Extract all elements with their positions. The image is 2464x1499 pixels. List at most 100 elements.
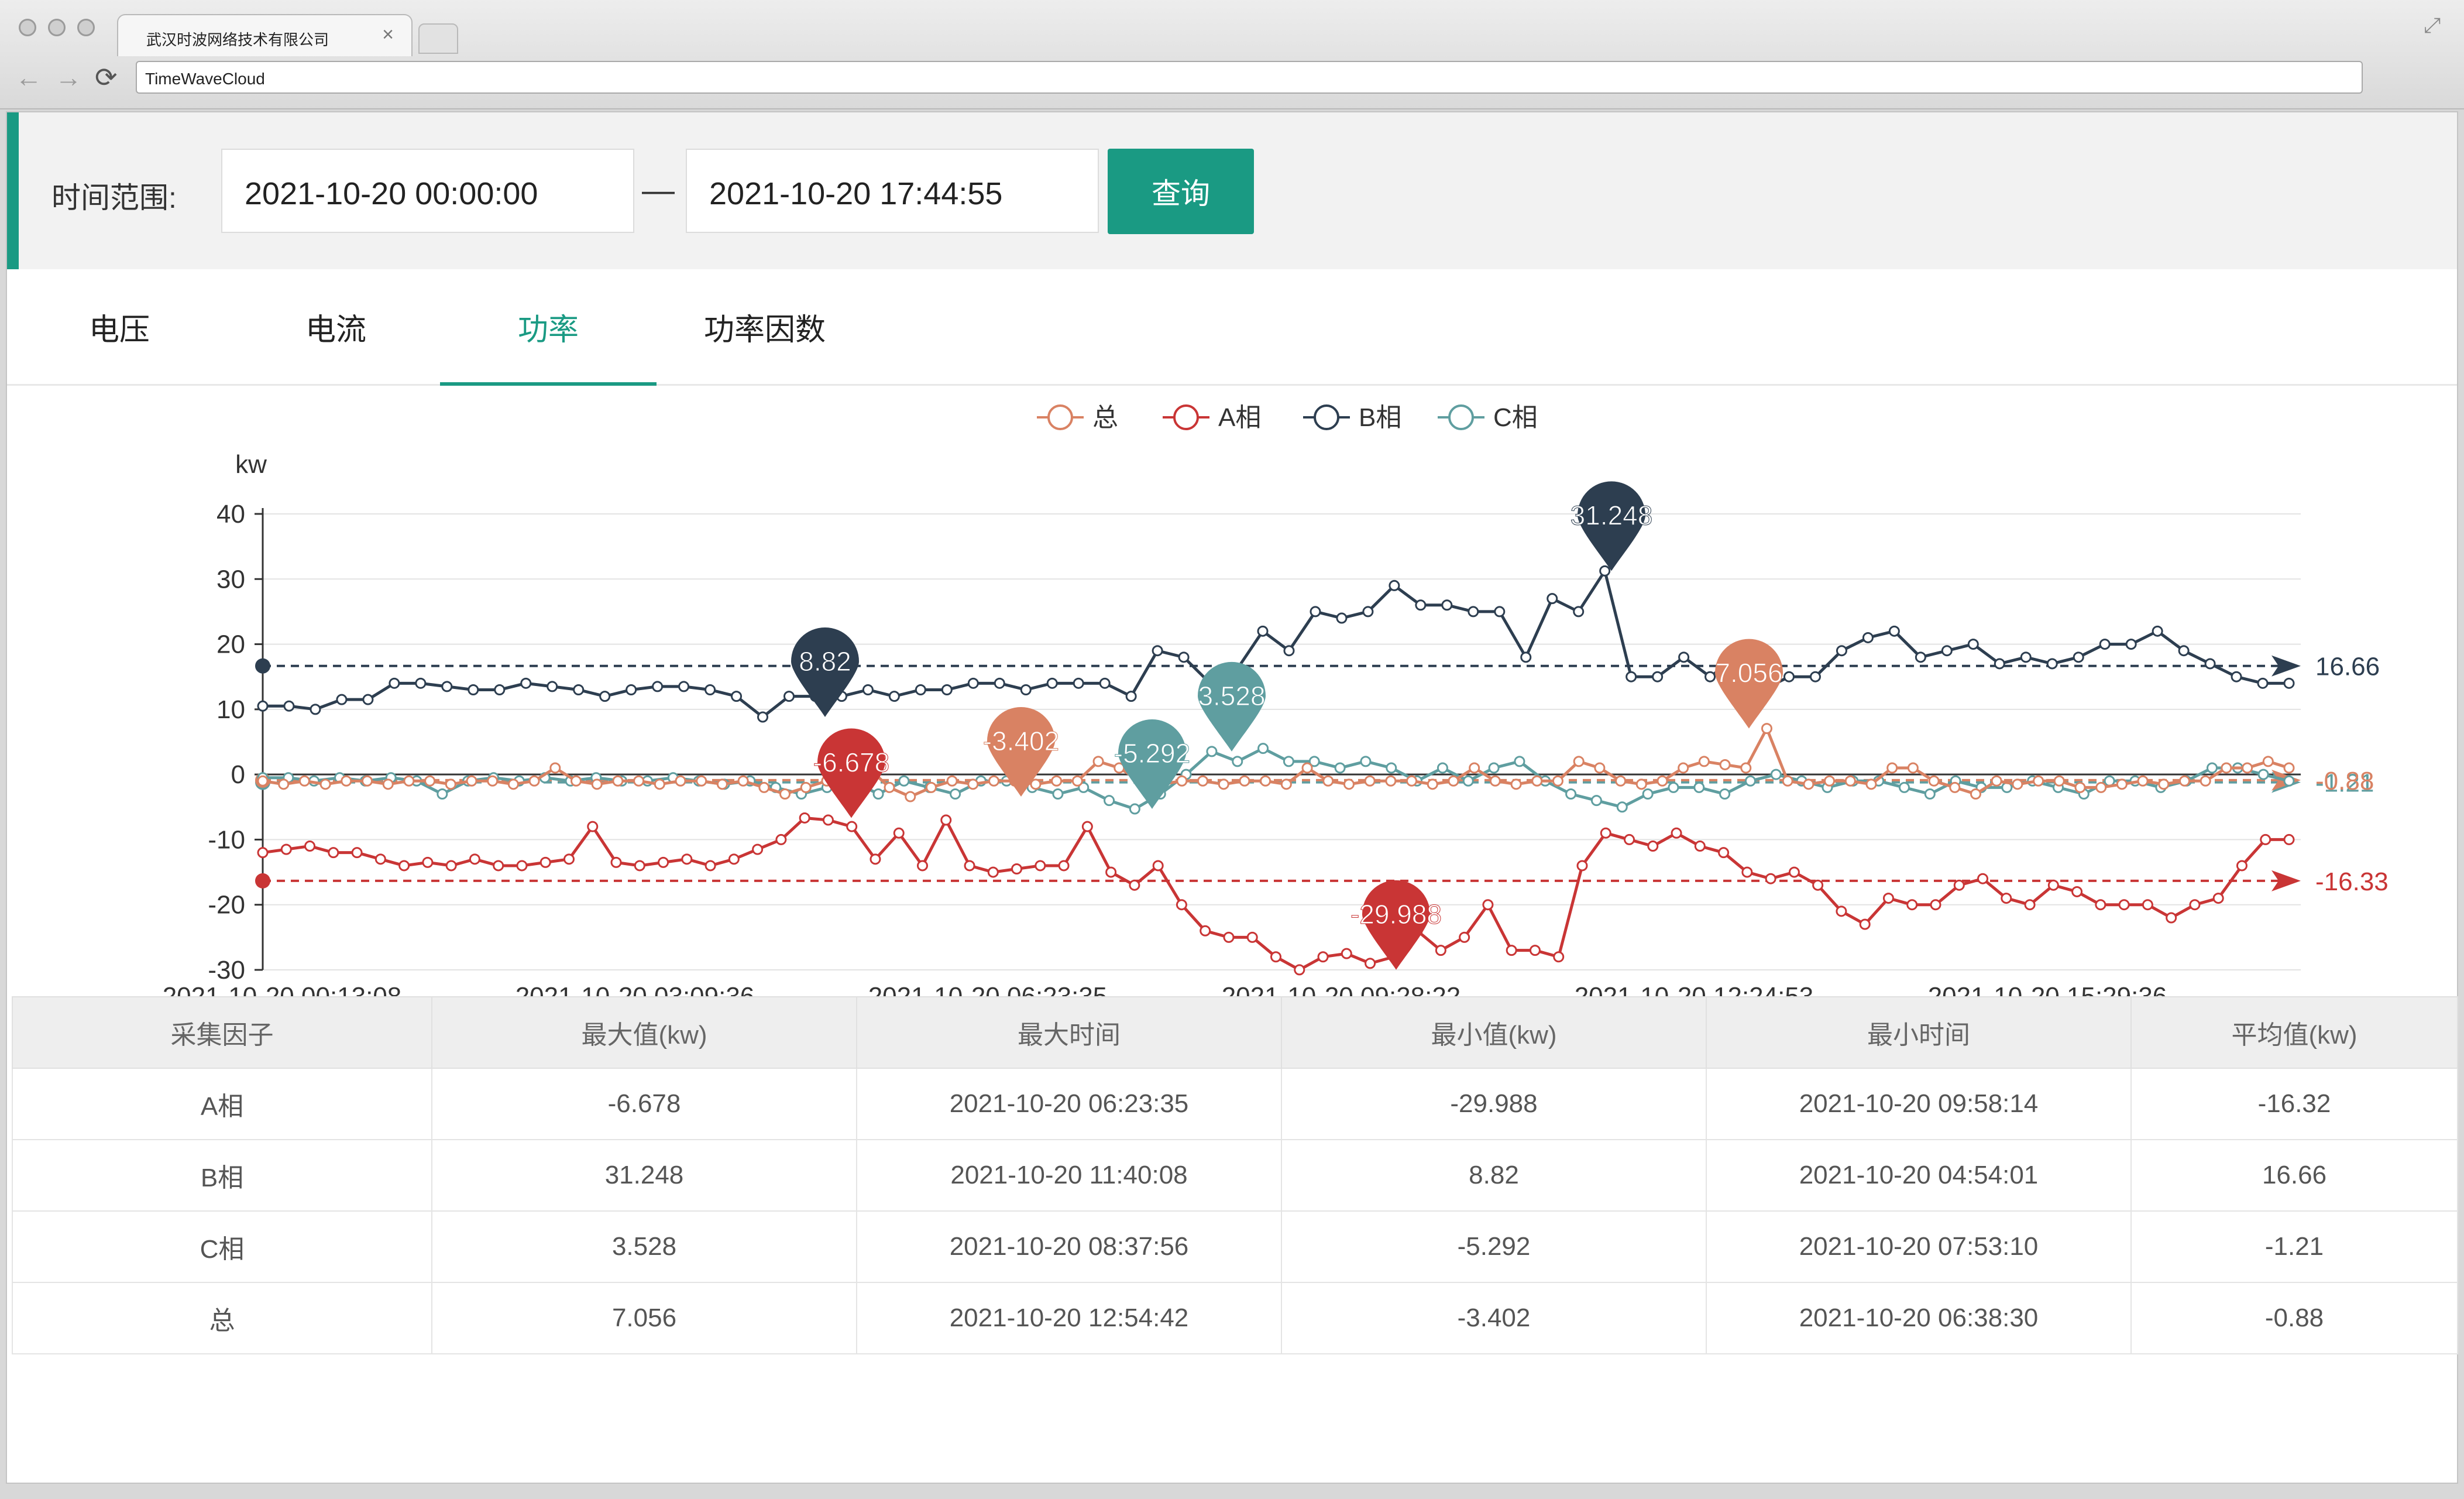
data-point <box>1232 756 1243 767</box>
data-point <box>898 775 910 787</box>
data-point <box>1520 651 1532 663</box>
new-tab-button[interactable] <box>418 23 458 54</box>
legend-label: 总 <box>1092 403 1118 432</box>
data-point <box>469 853 480 865</box>
data-point <box>1668 781 1679 793</box>
data-point <box>382 778 394 790</box>
data-point <box>2283 775 2295 787</box>
marker-label: 3.528 <box>1198 681 1265 711</box>
forward-arrow-icon[interactable]: → <box>55 61 82 94</box>
data-point <box>2116 778 2128 790</box>
data-point <box>967 677 979 689</box>
reload-icon[interactable]: ⟳ <box>95 61 118 94</box>
data-point <box>800 781 812 793</box>
data-point <box>1704 671 1716 682</box>
data-point <box>946 775 958 787</box>
data-point <box>1334 762 1346 774</box>
data-point <box>1389 579 1400 591</box>
data-point <box>1761 723 1772 735</box>
data-point <box>1809 671 1821 682</box>
data-point <box>1437 762 1448 774</box>
data-point <box>1270 951 1281 963</box>
table-cell: 2021-10-20 06:23:35 <box>856 1068 1282 1140</box>
data-point <box>1494 606 1506 618</box>
data-point <box>591 778 603 790</box>
data-point <box>1129 879 1140 891</box>
legend-label: B相 <box>1359 403 1401 432</box>
data-point <box>1514 756 1525 767</box>
data-point <box>1178 651 1190 663</box>
data-point <box>1782 775 1793 787</box>
window-close-dot[interactable] <box>19 19 36 36</box>
data-point <box>940 814 952 826</box>
data-point <box>1257 625 1269 637</box>
data-point <box>1506 945 1517 956</box>
window-zoom-dot[interactable] <box>77 19 95 36</box>
data-point <box>916 860 928 872</box>
back-arrow-icon[interactable]: ← <box>15 61 42 94</box>
table-header-cell: 最大值(kw) <box>431 996 857 1069</box>
table-cell: -29.988 <box>1281 1068 1707 1140</box>
data-point <box>493 860 504 872</box>
query-button[interactable]: 查询 <box>1108 149 1254 234</box>
data-point <box>716 778 728 790</box>
data-point <box>547 681 558 692</box>
tab-voltage[interactable]: 电压 <box>11 269 228 384</box>
tab-power[interactable]: 功率 <box>440 269 657 386</box>
legend-label: A相 <box>1218 403 1261 432</box>
data-point <box>1468 606 1479 618</box>
data-point <box>2046 658 2058 670</box>
data-point <box>278 778 290 790</box>
data-point <box>925 781 937 793</box>
data-point <box>1977 873 1989 884</box>
y-tick-label: 20 <box>216 630 245 659</box>
data-point <box>987 866 999 878</box>
data-point <box>2257 677 2269 689</box>
address-bar[interactable]: TimeWaveCloud <box>136 61 2363 94</box>
data-point <box>1635 778 1647 790</box>
data-point <box>1510 778 1522 790</box>
data-point <box>2024 899 2036 911</box>
end-time-input[interactable]: 2021-10-20 17:44:55 <box>686 149 1099 233</box>
data-point <box>872 788 884 800</box>
browser-chrome: 武汉时波网络技术有限公司 × ⤢ ← → ⟳ TimeWaveCloud <box>0 0 2464 109</box>
data-point <box>445 860 457 872</box>
data-point <box>1907 762 1919 774</box>
window-minimize-dot[interactable] <box>48 19 66 36</box>
tab-current[interactable]: 电流 <box>228 269 444 384</box>
fullscreen-icon[interactable]: ⤢ <box>2424 13 2441 38</box>
table-cell: 16.66 <box>2130 1139 2458 1212</box>
data-point <box>2178 645 2190 657</box>
data-point <box>494 684 506 695</box>
table-row: A相 -6.678 2021-10-20 06:23:35 -29.988 20… <box>12 1068 2458 1140</box>
data-point <box>2137 775 2149 787</box>
data-point <box>1565 788 1577 800</box>
average-start-dot <box>255 873 270 889</box>
data-point <box>1924 788 1936 800</box>
tab-close-icon[interactable]: × <box>382 23 394 46</box>
data-point <box>799 812 810 824</box>
marker-label: -3.402 <box>983 726 1059 756</box>
marker-label: 7.056 <box>1715 658 1782 688</box>
data-point <box>1741 866 1753 878</box>
data-point <box>1104 795 1115 807</box>
data-point <box>1239 775 1250 787</box>
data-point <box>822 814 834 826</box>
data-point <box>1317 951 1329 963</box>
data-point <box>964 860 975 872</box>
data-point <box>1898 781 1910 793</box>
start-time-value: 2021-10-20 00:00:00 <box>245 176 538 211</box>
data-point <box>1152 645 1163 657</box>
data-point <box>1343 778 1355 790</box>
data-point <box>257 847 269 859</box>
start-time-input[interactable]: 2021-10-20 00:00:00 <box>221 149 634 233</box>
data-point <box>1336 612 1348 624</box>
tab-power-factor[interactable]: 功率因数 <box>657 269 873 384</box>
data-point <box>1223 931 1235 943</box>
data-point <box>528 775 540 787</box>
data-point <box>1206 746 1218 757</box>
browser-tab[interactable]: 武汉时波网络技术有限公司 × <box>117 14 413 56</box>
data-point <box>441 681 453 692</box>
data-point <box>1435 945 1446 956</box>
data-point <box>1283 756 1294 767</box>
